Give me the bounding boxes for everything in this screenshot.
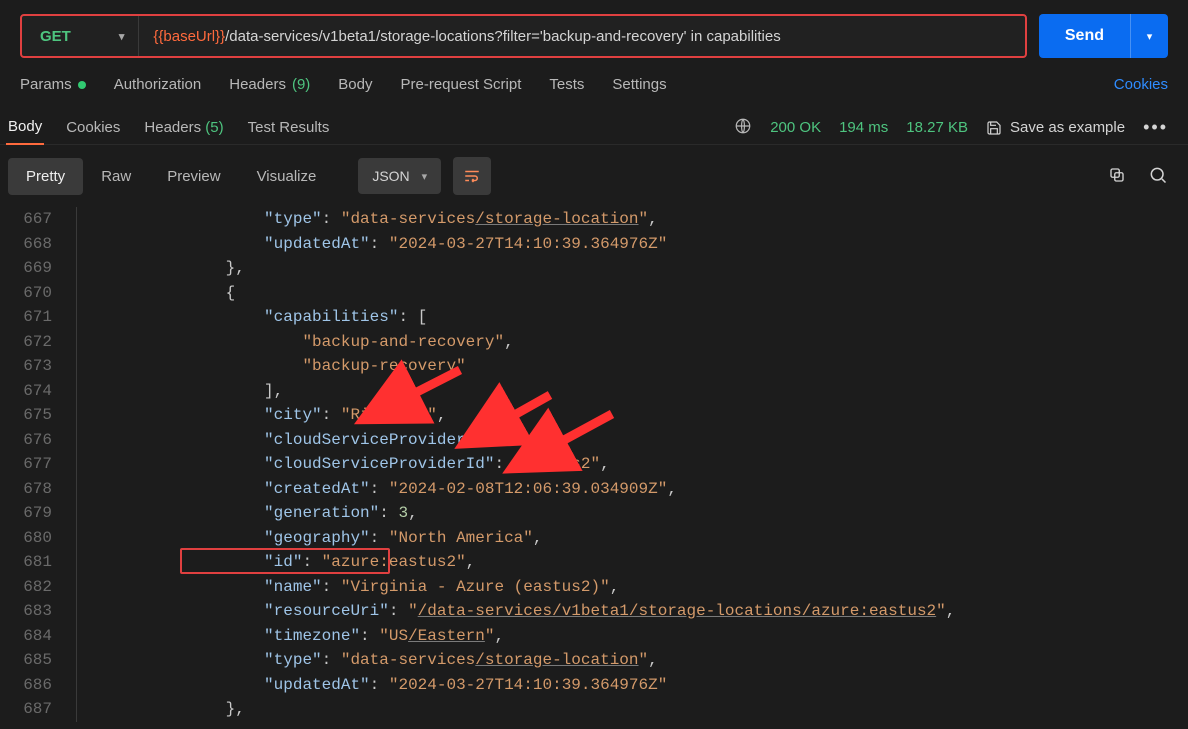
search-icon [1148,165,1168,185]
code-line: "resourceUri": "/data-services/v1beta1/s… [72,599,1188,624]
resp-tab-cookies[interactable]: Cookies [64,111,122,144]
code-line: }, [72,256,1188,281]
more-icon[interactable]: ••• [1143,117,1168,138]
response-toolbar: Pretty Raw Preview Visualize JSON ▾ [0,145,1188,207]
status-code: 200 OK [770,119,821,136]
code-line: "timezone": "US/Eastern", [72,624,1188,649]
code-line: ], [72,379,1188,404]
code-line: "id": "azure:eastus2", [72,550,1188,575]
code-line: "backup-and-recovery", [72,330,1188,355]
code-line: "type": "data-services/storage-location"… [72,648,1188,673]
tab-headers[interactable]: Headers (9) [229,76,310,93]
view-mode-group: Pretty Raw Preview Visualize [8,158,334,195]
globe-icon[interactable] [734,117,752,139]
dot-indicator-icon [78,81,86,89]
code-line: "backup-recovery" [72,354,1188,379]
code-line: "generation": 3, [72,501,1188,526]
send-button[interactable]: Send [1039,14,1130,58]
code-line: "type": "data-services/storage-location"… [72,207,1188,232]
tab-authorization[interactable]: Authorization [114,76,202,93]
tab-label: Params [20,76,72,93]
view-visualize-button[interactable]: Visualize [239,158,335,195]
copy-button[interactable] [1108,166,1126,187]
response-tabs: Body Cookies Headers (5) Test Results 20… [0,103,1188,145]
resp-tab-body[interactable]: Body [6,110,44,145]
request-tabs: Params Authorization Headers (9) Body Pr… [0,72,1188,103]
code-lines: "type": "data-services/storage-location"… [72,207,1188,722]
http-method-label: GET [40,28,71,45]
save-icon [986,120,1002,136]
tab-params[interactable]: Params [20,76,86,93]
format-label: JSON [372,168,409,184]
url-input[interactable]: {{baseUrl}}/data-services/v1beta1/storag… [139,16,1025,56]
tab-tests[interactable]: Tests [549,76,584,93]
resp-tab-headers[interactable]: Headers (5) [142,111,225,144]
resp-tab-testresults[interactable]: Test Results [246,111,332,144]
view-raw-button[interactable]: Raw [83,158,149,195]
view-preview-button[interactable]: Preview [149,158,238,195]
url-path: /data-services/v1beta1/storage-locations… [225,28,781,45]
save-example-button[interactable]: Save as example [986,119,1125,136]
code-line: "capabilities": [ [72,305,1188,330]
request-url-row: GET ▾ {{baseUrl}}/data-services/v1beta1/… [20,14,1027,58]
code-line: { [72,281,1188,306]
cookies-link[interactable]: Cookies [1114,76,1168,93]
view-pretty-button[interactable]: Pretty [8,158,83,195]
copy-icon [1108,166,1126,184]
code-line: "updatedAt": "2024-03-27T14:10:39.364976… [72,232,1188,257]
tab-body[interactable]: Body [338,76,372,93]
wrap-icon [463,167,481,185]
line-gutter: 6676686696706716726736746756766776786796… [0,207,62,722]
chevron-down-icon: ▾ [1147,31,1153,43]
search-button[interactable] [1148,165,1168,188]
code-line: "updatedAt": "2024-03-27T14:10:39.364976… [72,673,1188,698]
response-body[interactable]: 6676686696706716726736746756766776786796… [0,207,1188,722]
code-line: "cloudServiceProviderId": "eastus2", [72,452,1188,477]
code-line: }, [72,697,1188,722]
url-variable: {{baseUrl}} [153,28,225,45]
status-size: 18.27 KB [906,119,968,136]
save-example-label: Save as example [1010,119,1125,136]
code-line: "geography": "North America", [72,526,1188,551]
chevron-down-icon: ▾ [422,170,428,183]
code-line: "createdAt": "2024-02-08T12:06:39.034909… [72,477,1188,502]
tab-settings[interactable]: Settings [612,76,666,93]
tab-label: Headers [229,76,286,93]
code-line: "name": "Virginia - Azure (eastus2)", [72,575,1188,600]
chevron-down-icon: ▾ [119,30,125,43]
tab-prerequest[interactable]: Pre-request Script [401,76,522,93]
count-badge: (9) [292,76,310,93]
code-line: "city": "Richmond", [72,403,1188,428]
format-select[interactable]: JSON ▾ [358,158,441,194]
status-time: 194 ms [839,119,888,136]
http-method-select[interactable]: GET ▾ [22,16,139,56]
tab-label: Headers [144,119,201,136]
count-badge: (5) [205,119,223,136]
wrap-lines-button[interactable] [453,157,491,195]
code-line: "cloudServiceProvider": "AZURE", [72,428,1188,453]
send-dropdown-button[interactable]: ▾ [1130,14,1168,58]
